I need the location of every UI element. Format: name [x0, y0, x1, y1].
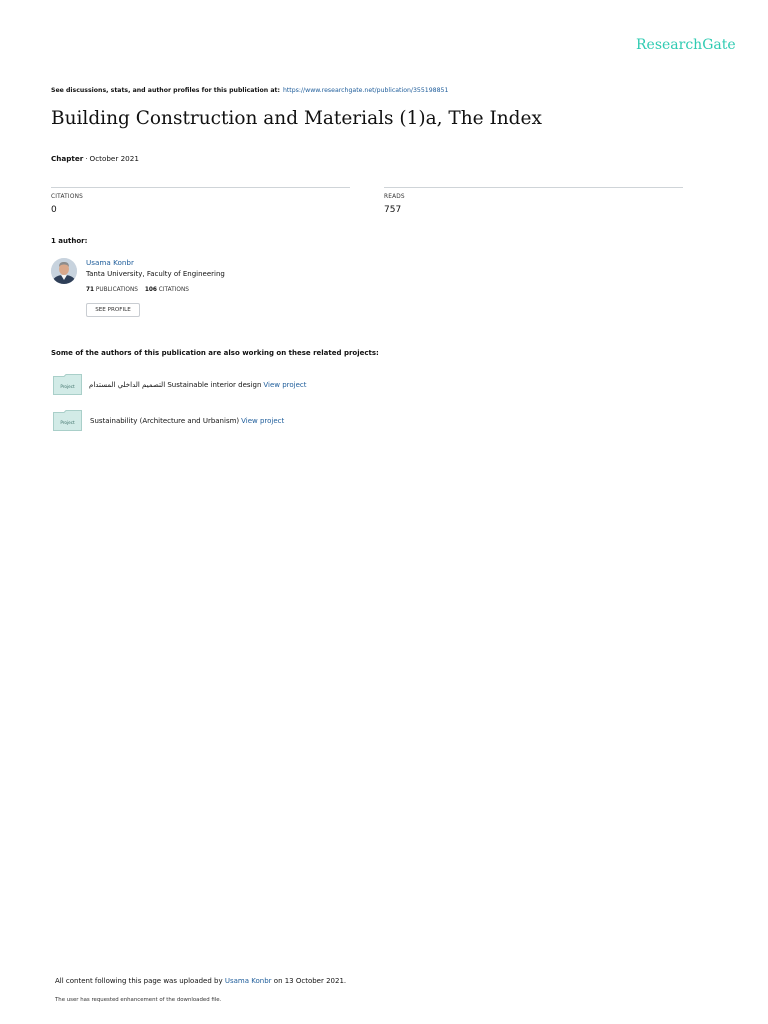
authors-heading: 1 author:	[51, 237, 88, 245]
uploader-link[interactable]: Usama Konbr	[225, 977, 272, 985]
publication-date: October 2021	[89, 154, 139, 163]
projects-heading: Some of the authors of this publication …	[51, 349, 379, 357]
project-folder-icon: Project	[53, 410, 82, 431]
author-stats: 71 PUBLICATIONS 106 CITATIONS	[86, 287, 189, 293]
publication-type: Chapter	[51, 154, 84, 163]
publication-meta: Chapter · October 2021	[51, 154, 139, 163]
citations-label: CITATIONS	[51, 194, 83, 200]
author-citations-label: CITATIONS	[158, 287, 189, 293]
project-item: التصميم الداخلي المستدام Sustainable int…	[89, 381, 307, 389]
discussion-text: See discussions, stats, and author profi…	[51, 87, 280, 94]
author-photo-icon	[51, 258, 77, 284]
project-icon-label: Project	[60, 384, 75, 389]
citations-divider	[51, 187, 350, 188]
author-affiliation: Tanta University, Faculty of Engineering	[86, 270, 225, 278]
page-title: Building Construction and Materials (1)a…	[51, 108, 542, 129]
discussion-line: See discussions, stats, and author profi…	[51, 87, 448, 94]
reads-divider	[384, 187, 683, 188]
uploaded-suffix: on 13 October 2021.	[273, 977, 347, 985]
project-title: التصميم الداخلي المستدام Sustainable int…	[89, 381, 262, 389]
meta-separator: ·	[85, 154, 88, 163]
view-project-link[interactable]: View project	[263, 381, 306, 389]
reads-label: READS	[384, 194, 405, 200]
author-avatar[interactable]	[51, 258, 77, 284]
author-publications-count: 71	[86, 287, 95, 293]
reads-value: 757	[384, 205, 402, 215]
author-citations-count: 106	[144, 287, 157, 293]
see-profile-button[interactable]: SEE PROFILE	[86, 303, 140, 317]
uploaded-prefix: All content following this page was uplo…	[55, 977, 223, 985]
project-icon-label: Project	[60, 420, 75, 425]
uploaded-notice: All content following this page was uplo…	[55, 977, 346, 985]
enhancement-note: The user has requested enhancement of th…	[55, 997, 222, 1003]
project-folder-icon: Project	[53, 374, 82, 395]
project-title: Sustainability (Architecture and Urbanis…	[90, 417, 240, 425]
author-name-link[interactable]: Usama Konbr	[86, 258, 134, 267]
project-item: Sustainability (Architecture and Urbanis…	[90, 417, 284, 425]
citations-value: 0	[51, 205, 57, 215]
publication-url-link[interactable]: https://www.researchgate.net/publication…	[283, 87, 448, 94]
view-project-link[interactable]: View project	[241, 417, 284, 425]
author-publications-label: PUBLICATIONS	[95, 287, 138, 293]
researchgate-logo[interactable]: ResearchGate	[636, 37, 736, 53]
